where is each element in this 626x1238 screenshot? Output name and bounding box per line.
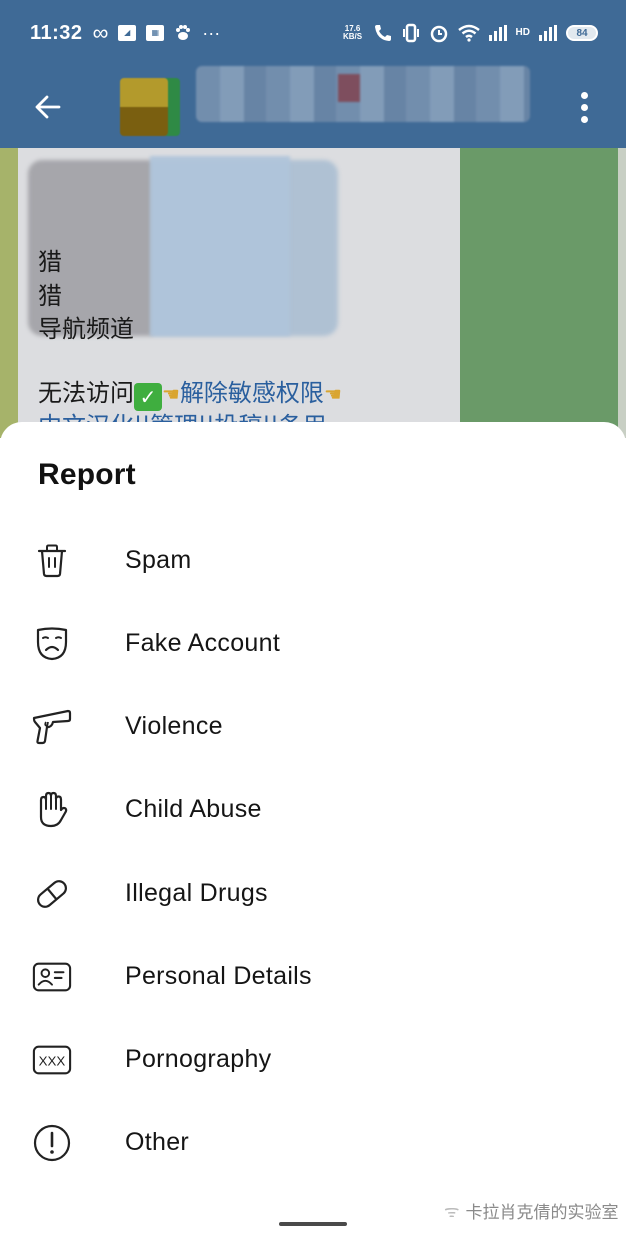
redacted-content	[150, 156, 290, 336]
trash-icon	[32, 541, 72, 581]
pointing-hand-icon: ☚	[162, 382, 180, 406]
report-option-child-abuse[interactable]: Child Abuse	[0, 768, 626, 851]
svg-text:XXX: XXX	[39, 1053, 66, 1068]
alarm-icon	[429, 23, 449, 43]
report-option-spam[interactable]: Spam	[0, 519, 626, 602]
xxx-icon: XXX	[32, 1040, 72, 1080]
wechat-icon: ᯤ	[444, 1202, 460, 1222]
more-menu-button[interactable]	[572, 82, 596, 132]
option-label: Other	[125, 1128, 190, 1156]
sheet-title: Report	[38, 458, 136, 491]
option-label: Child Abuse	[125, 795, 262, 823]
option-label: Pornography	[125, 1045, 272, 1073]
infinity-icon: ∞	[92, 20, 109, 45]
sad-mask-icon	[32, 624, 72, 664]
option-label: Fake Account	[125, 629, 281, 657]
battery-icon: 84	[566, 25, 598, 41]
more-vertical-icon	[580, 91, 588, 99]
hd-icon: HD	[515, 27, 530, 38]
phone-icon	[373, 23, 393, 43]
hand-icon	[32, 790, 72, 830]
home-indicator[interactable]	[279, 1222, 347, 1226]
chat-title-redacted[interactable]	[196, 66, 530, 122]
pistol-icon	[32, 707, 72, 747]
more-dots-icon: ···	[202, 23, 221, 43]
report-option-illegal-drugs[interactable]: Illegal Drugs	[0, 852, 626, 935]
watermark: ᯤ 卡拉肖克倩的实验室	[444, 1198, 619, 1223]
option-label: Violence	[125, 712, 223, 740]
message-line: 导航频道	[38, 315, 134, 343]
wifi-icon	[457, 24, 480, 42]
pill-icon	[32, 874, 72, 914]
signal-icon	[539, 25, 557, 41]
report-option-fake-account[interactable]: Fake Account	[0, 602, 626, 685]
pointing-hand-icon: ☚	[323, 382, 342, 406]
vibrate-icon	[402, 23, 420, 43]
option-label: Illegal Drugs	[125, 879, 268, 907]
report-sheet: Report Spam Fake Account Violence Child …	[0, 422, 626, 1238]
message-line: 猎	[38, 248, 62, 276]
top-bar: 11:32 ∞ ◢ ▦ ··· 17.6 KB/S HD 84	[0, 0, 626, 148]
net-speed: 17.6 KB/S	[342, 24, 363, 41]
chat-avatar[interactable]	[120, 78, 168, 136]
status-bar: 11:32 ∞ ◢ ▦ ··· 17.6 KB/S HD 84	[0, 0, 626, 66]
option-label: Personal Details	[125, 962, 312, 990]
report-option-other[interactable]: Other	[0, 1101, 626, 1184]
status-time: 11:32	[30, 21, 83, 44]
arrow-left-icon	[35, 95, 61, 119]
id-card-icon	[32, 957, 72, 997]
signal-icon	[488, 25, 507, 41]
message-link[interactable]: 解除敏感权限	[180, 379, 324, 407]
option-label: Spam	[125, 546, 192, 574]
exclamation-circle-icon	[32, 1123, 72, 1163]
gallery-icon: ◢	[118, 25, 137, 41]
app-icon: ▦	[146, 25, 165, 41]
report-option-pornography[interactable]: XXX Pornography	[0, 1018, 626, 1101]
report-option-violence[interactable]: Violence	[0, 685, 626, 768]
app-bar	[0, 66, 626, 148]
paw-icon	[174, 24, 192, 42]
report-option-personal-details[interactable]: Personal Details	[0, 935, 626, 1018]
back-button[interactable]	[18, 77, 78, 137]
message-line: 猎	[38, 282, 62, 310]
